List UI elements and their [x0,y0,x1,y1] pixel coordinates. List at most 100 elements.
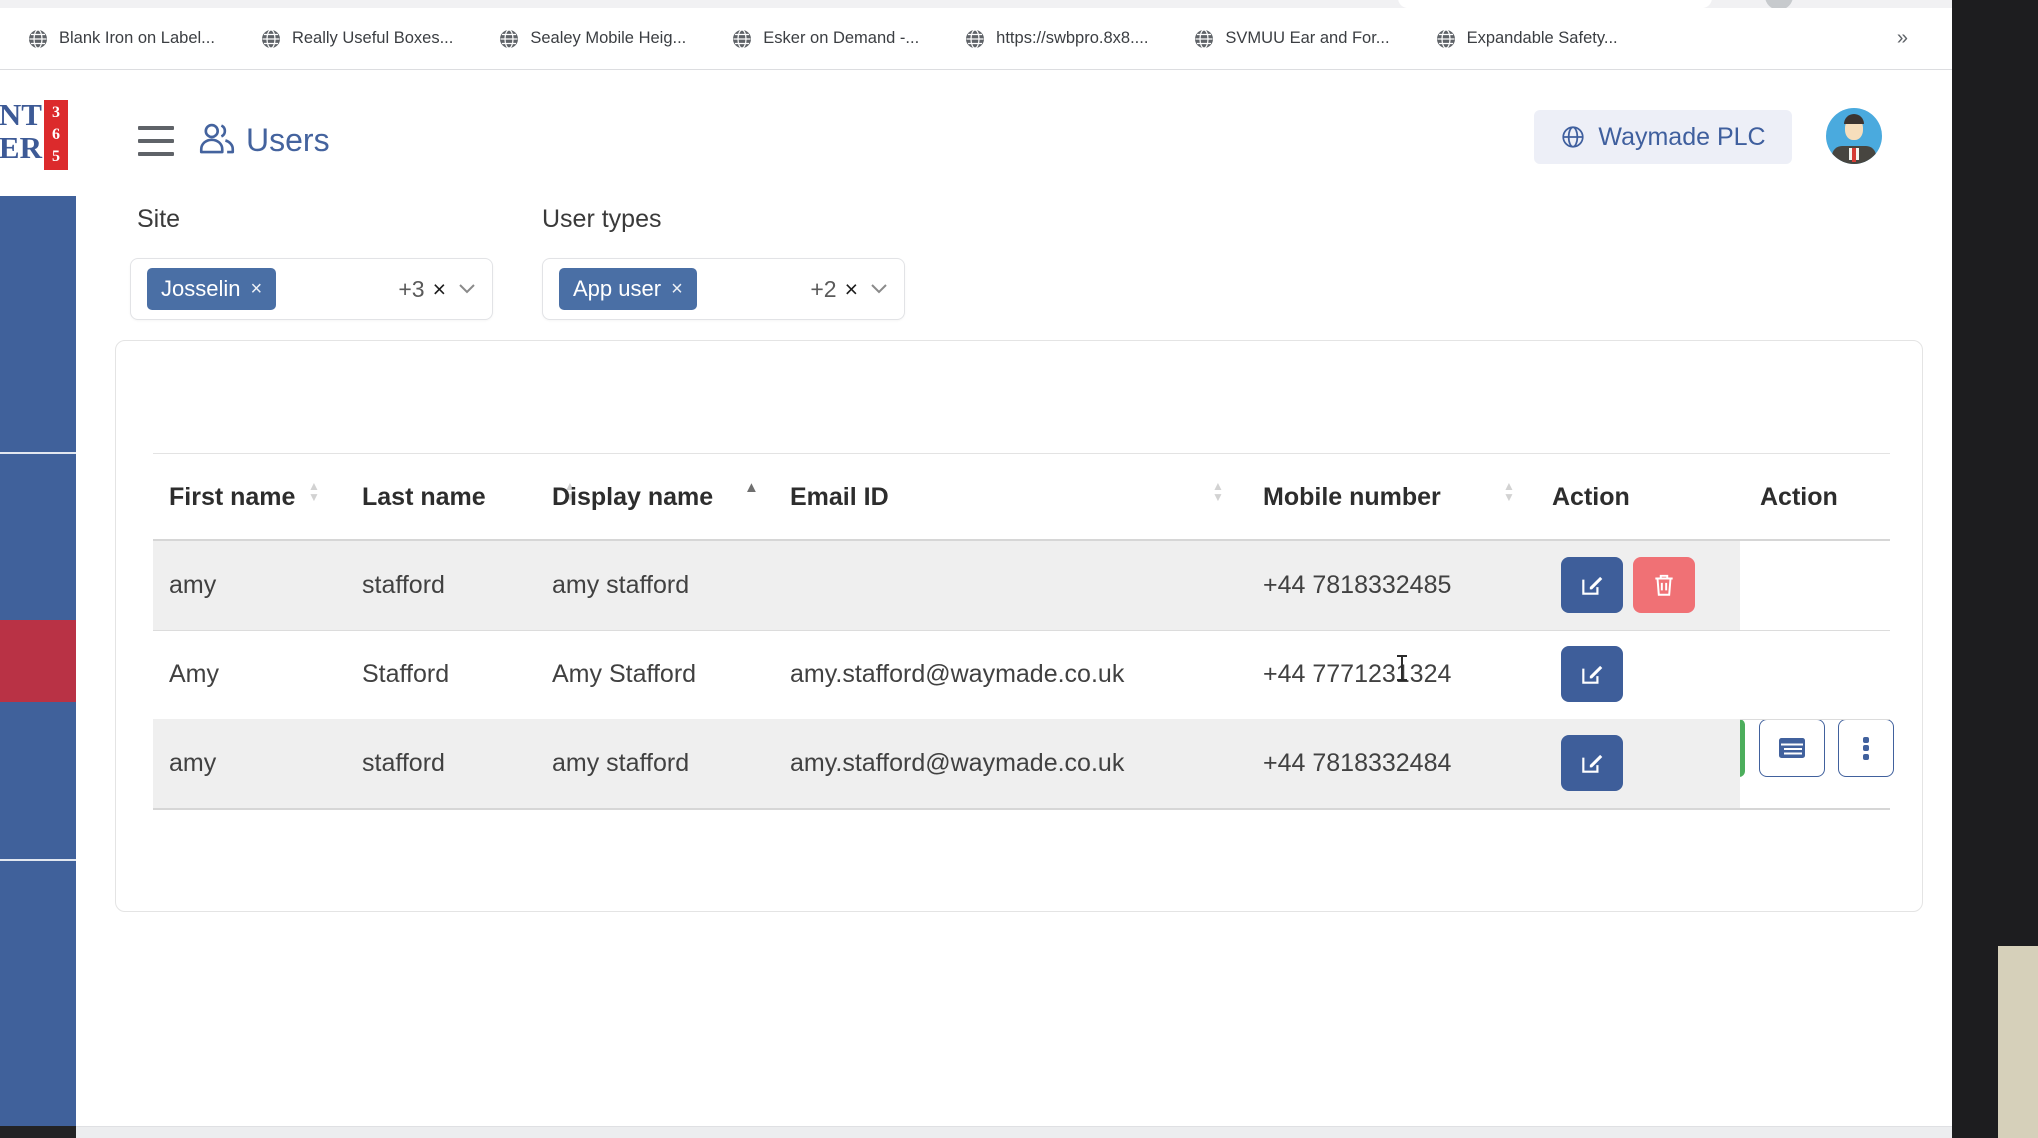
cell-display-name: Amy Stafford [552,660,696,689]
globe-favicon-icon [965,29,985,49]
site-chip-josselin[interactable]: Josselin × [147,268,276,310]
page-title: Users [246,122,330,159]
bookmark-label: https://swbpro.8x8.... [996,29,1148,48]
cell-email: amy.stafford@waymade.co.uk [790,749,1124,778]
user-types-filter-label: User types [542,205,661,234]
globe-favicon-icon [732,29,752,49]
cell-mobile: +44 7818332484 [1263,749,1451,778]
avatar-tie [1852,148,1856,162]
trash-icon [1652,572,1676,598]
bookmarks-overflow-chevron[interactable]: » [1897,27,1912,50]
cell-last-name: stafford [362,571,445,600]
more-options-button[interactable] [1838,719,1894,777]
text-cursor [1395,653,1409,683]
globe-icon [1560,124,1586,150]
bottom-strip-dark [0,1126,76,1138]
user-types-filter-select[interactable]: App user × +2 × [542,258,905,320]
chevron-down-icon[interactable] [870,283,888,295]
sort-asc-icon[interactable]: ▲ [744,479,759,496]
sort-icons[interactable]: ▲▼ [1503,481,1515,503]
col-header-last-name[interactable]: Last name [362,483,486,512]
logo-digit: 6 [44,124,68,146]
edit-user-button[interactable] [1561,646,1623,702]
col-header-first-name[interactable]: First name [169,483,295,512]
logo-digit: 3 [44,102,68,124]
sidebar[interactable] [0,196,76,1126]
bookmark-item[interactable]: Expandable Safety... [1436,29,1618,49]
edit-icon [1579,661,1605,687]
cell-first-name: Amy [169,660,219,689]
site-clear-icon[interactable]: × [433,276,446,303]
users-table-card: Show 10 entries + Add User First name [115,340,1923,912]
column-visibility-button[interactable] [1759,719,1825,777]
logo-line-1: NT [0,98,42,131]
cell-display-name: amy stafford [552,571,689,600]
menu-hamburger-icon[interactable] [138,126,182,156]
cell-mobile: +44 7818332485 [1263,571,1451,600]
user-types-more-count: +2 [810,276,836,303]
bookmark-label: Expandable Safety... [1467,29,1618,48]
screen: Blank Iron on Label... Really Useful Box… [0,0,2038,1138]
cell-mobile: +44 7771231324 [1263,660,1451,689]
browser-top-strip [0,0,1952,8]
bookmark-item[interactable]: https://swbpro.8x8.... [965,29,1148,49]
chip-label: App user [573,276,661,302]
col-header-display-name[interactable]: Display name [552,483,713,512]
user-types-clear-icon[interactable]: × [845,276,858,303]
col-header-action[interactable]: Action [1552,483,1630,512]
sort-icons[interactable]: ▲▼ [308,481,320,503]
logo-365-badge: 3 6 5 [44,100,68,170]
table-bottom-border [153,808,1890,810]
cell-email: amy.stafford@waymade.co.uk [790,660,1124,689]
edit-user-button[interactable] [1561,735,1623,791]
site-filter-label: Site [137,205,180,234]
bookmark-item[interactable]: Blank Iron on Label... [28,29,215,49]
app-logo: NT ER [0,98,42,164]
logo-digit: 5 [44,146,68,168]
company-selector[interactable]: Waymade PLC [1534,110,1792,164]
edit-icon [1579,572,1605,598]
sidebar-divider [0,859,76,861]
globe-favicon-icon [1436,29,1456,49]
table-top-border [153,453,1890,454]
user-avatar[interactable] [1826,108,1882,164]
chip-remove-icon[interactable]: × [671,278,683,301]
sort-icons[interactable]: ▲▼ [1212,481,1224,503]
avatar-hair [1844,114,1864,124]
bookmark-label: Really Useful Boxes... [292,29,453,48]
bookmarks-bar: Blank Iron on Label... Really Useful Box… [0,8,1952,70]
edit-user-button[interactable] [1561,557,1623,613]
globe-favicon-icon [261,29,281,49]
kebab-icon [1863,734,1869,762]
cell-last-name: Stafford [362,660,449,689]
bookmark-item[interactable]: SVMUU Ear and For... [1194,29,1389,49]
bookmark-item[interactable]: Esker on Demand -... [732,29,919,49]
cell-last-name: stafford [362,749,445,778]
row-divider [153,630,1890,631]
edit-icon [1579,750,1605,776]
company-name: Waymade PLC [1598,123,1765,152]
col-header-mobile[interactable]: Mobile number [1263,483,1441,512]
sidebar-active-item[interactable] [0,620,76,702]
bookmark-item[interactable]: Really Useful Boxes... [261,29,453,49]
site-more-count: +3 [398,276,424,303]
globe-favicon-icon [1194,29,1214,49]
chevron-down-icon[interactable] [458,283,476,295]
bookmark-label: Esker on Demand -... [763,29,919,48]
delete-user-button[interactable] [1633,557,1695,613]
col-header-action-2[interactable]: Action [1760,483,1838,512]
bookmark-label: Sealey Mobile Heig... [530,29,686,48]
chip-remove-icon[interactable]: × [250,278,262,301]
cell-display-name: amy stafford [552,749,689,778]
col-header-email[interactable]: Email ID [790,483,889,512]
user-type-chip-app-user[interactable]: App user × [559,268,697,310]
bookmark-label: Blank Iron on Label... [59,29,215,48]
bookmark-item[interactable]: Sealey Mobile Heig... [499,29,686,49]
globe-favicon-icon [499,29,519,49]
bookmark-label: SVMUU Ear and For... [1225,29,1389,48]
site-filter-select[interactable]: Josselin × +3 × [130,258,493,320]
omnibox-fragment [1398,0,1712,8]
beige-panel-fragment [1998,946,2038,1138]
chip-label: Josselin [161,276,240,302]
cell-first-name: amy [169,749,216,778]
